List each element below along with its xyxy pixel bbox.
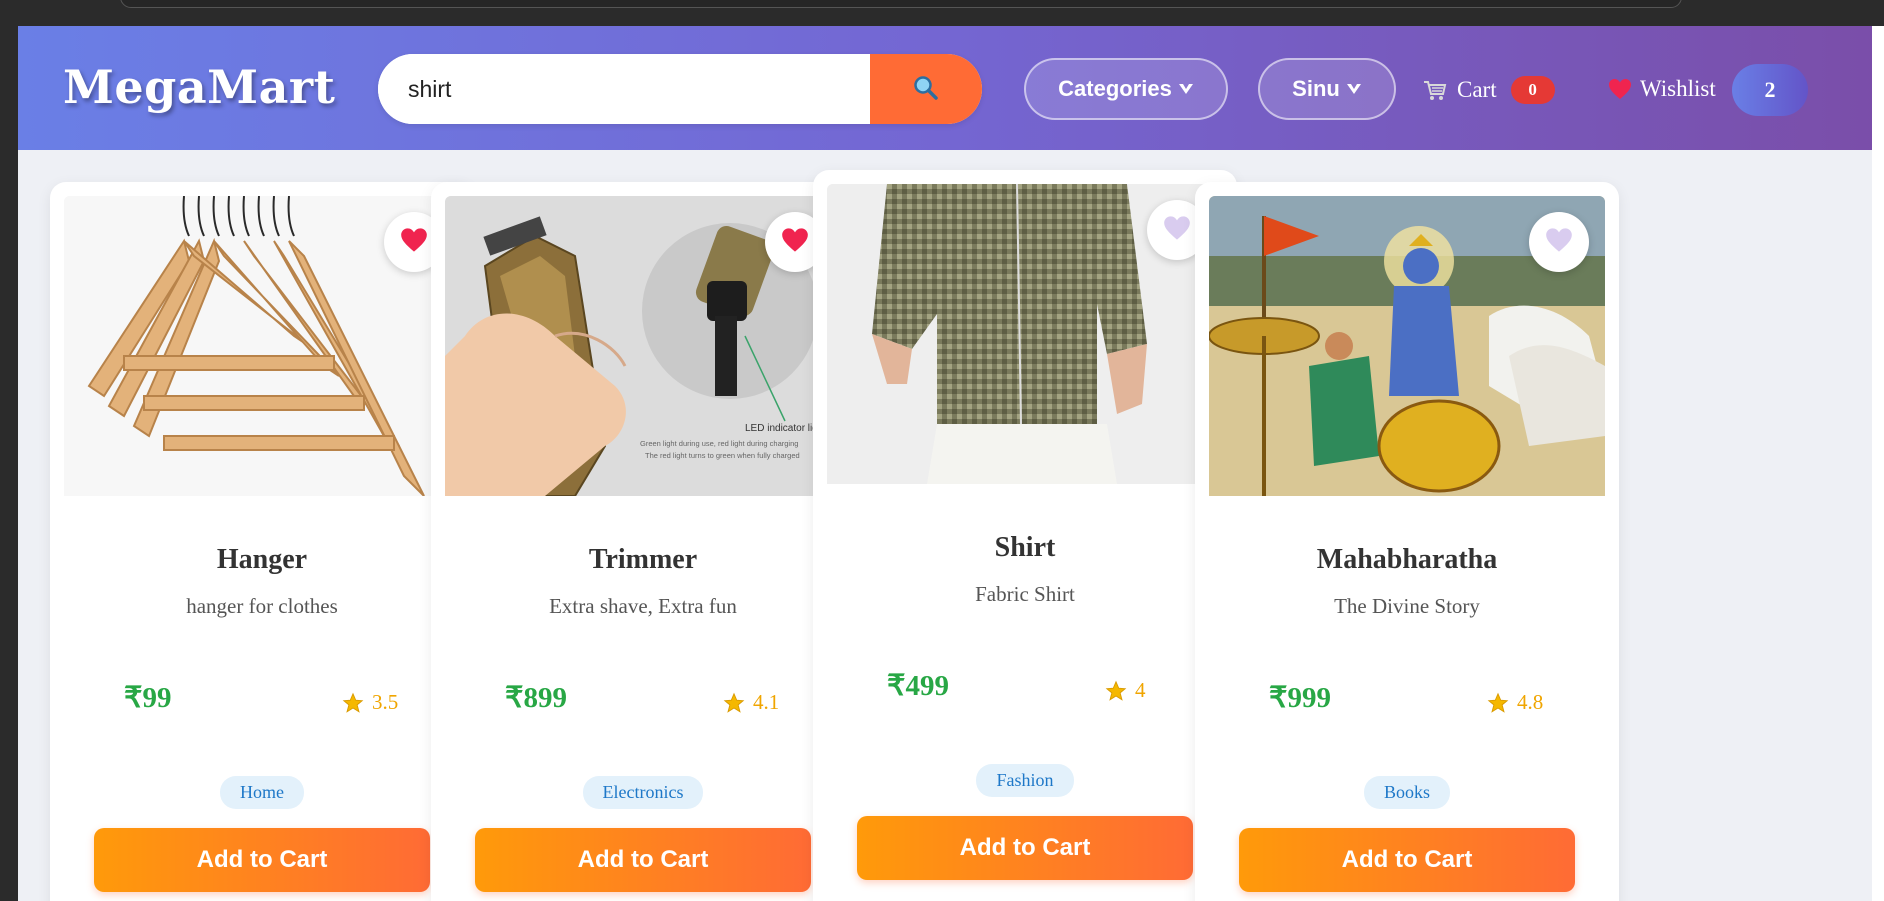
chevron-down-icon [1346,76,1362,102]
user-name: Sinu [1292,76,1340,101]
chevron-down-icon [1178,76,1194,102]
search-icon [912,74,940,105]
product-price: ₹999 [1269,682,1331,714]
heart-icon [781,227,809,258]
category-tag: Fashion [813,764,1237,797]
star-icon [1487,692,1509,714]
product-title[interactable]: Trimmer [431,544,855,576]
category-tag-label: Fashion [976,764,1074,797]
rating-value: 4.8 [1517,690,1544,714]
add-to-cart-button[interactable]: Add to Cart [1239,828,1575,892]
wishlist-count-badge: 2 [1732,64,1808,116]
cart-count-badge: 0 [1510,76,1555,104]
heart-icon [1545,227,1573,258]
heart-icon [1163,215,1191,246]
search-input[interactable] [378,54,870,124]
add-to-cart-button[interactable]: Add to Cart [94,828,430,892]
product-rating: 4.8 [1487,690,1543,715]
browser-address-bar[interactable] [120,0,1682,8]
category-tag-label: Home [220,776,304,809]
rating-value: 3.5 [372,690,399,714]
search-button[interactable] [870,54,982,124]
product-card[interactable]: Mahabharatha The Divine Story ₹999 4.8 B… [1195,182,1619,901]
product-card[interactable]: Hanger hanger for clothes ₹99 3.5 Home A… [50,182,474,901]
scrollbar[interactable] [1872,26,1884,901]
product-price: ₹99 [124,682,172,714]
rating-value: 4.1 [753,690,780,714]
product-description: Extra shave, Extra fun [549,594,737,618]
star-icon [342,692,364,714]
categories-label: Categories [1058,76,1172,101]
product-rating: 3.5 [342,690,398,715]
brand-logo[interactable]: MegaMart [63,60,335,114]
category-tag: Home [50,776,474,809]
wishlist-toggle-button[interactable] [1529,212,1589,272]
wishlist-link[interactable]: Wishlist [1608,76,1716,102]
product-card[interactable]: Shirt Fabric Shirt ₹499 4 Fashion Add to… [813,170,1237,901]
wishlist-label: Wishlist [1640,76,1716,101]
rating-value: 4 [1135,678,1146,702]
product-description: Fabric Shirt [975,582,1075,606]
heart-icon [1608,78,1632,100]
product-description: The Divine Story [1334,594,1480,618]
search-bar [378,54,982,124]
product-title[interactable]: Mahabharatha [1195,544,1619,576]
image-caption-line: Green light during use, red light during… [640,439,798,448]
product-description: hanger for clothes [186,594,338,618]
add-to-cart-button[interactable]: Add to Cart [475,828,811,892]
image-caption-line: The red light turns to green when fully … [645,451,800,460]
browser-chrome [0,0,1884,26]
cart-link[interactable]: Cart 0 [1423,76,1555,104]
star-icon [1105,680,1127,702]
cart-icon [1423,79,1447,101]
product-rating: 4 [1105,678,1146,703]
product-title[interactable]: Shirt [813,532,1237,564]
product-price: ₹499 [887,670,949,702]
category-tag-label: Electronics [582,776,704,809]
user-menu-dropdown[interactable]: Sinu [1258,58,1396,120]
cart-label: Cart [1457,77,1497,102]
product-price: ₹899 [505,682,567,714]
site-header: MegaMart Categories Sinu [18,26,1878,150]
star-icon [723,692,745,714]
category-tag: Books [1195,776,1619,809]
page-viewport: MegaMart Categories Sinu [18,26,1884,901]
categories-dropdown[interactable]: Categories [1024,58,1228,120]
product-rating: 4.1 [723,690,779,715]
category-tag: Electronics [431,776,855,809]
product-title[interactable]: Hanger [50,544,474,576]
heart-icon [400,227,428,258]
category-tag-label: Books [1363,776,1450,809]
add-to-cart-button[interactable]: Add to Cart [857,816,1193,880]
product-card[interactable]: LED indicator light Green light during u… [431,182,855,901]
